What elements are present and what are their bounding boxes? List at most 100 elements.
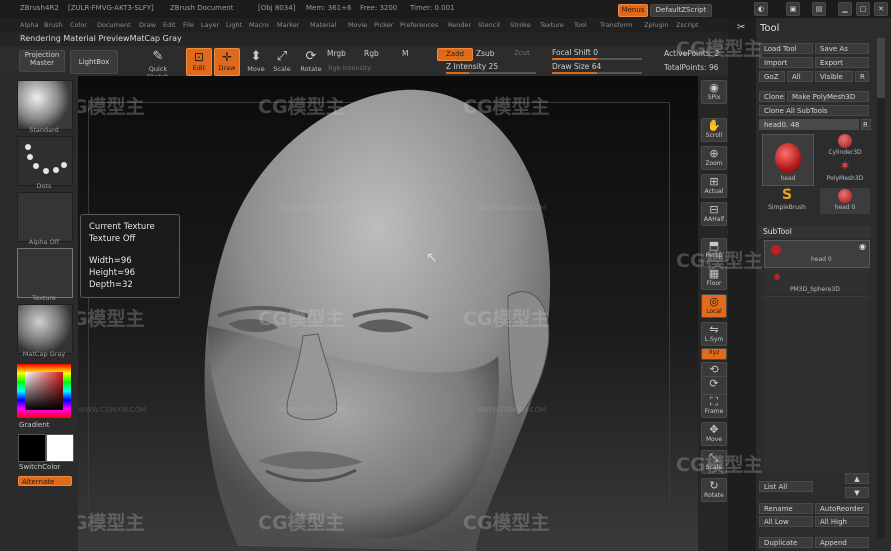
menu-item[interactable]: Color (70, 21, 87, 29)
cylinder3d-thumb[interactable]: Cylinder3D (820, 134, 870, 158)
alpha-thumb[interactable] (17, 192, 73, 242)
lock-icon[interactable]: ▣ (786, 2, 800, 16)
autoreorder-button[interactable]: AutoReorder (815, 503, 869, 514)
spix-button[interactable]: ◉ SPix (701, 80, 727, 104)
edit-button[interactable]: ⊡ Edit (186, 48, 212, 76)
menu-item[interactable]: File (183, 21, 194, 29)
subtool-item[interactable]: PM3D_Sphere3D (764, 268, 868, 294)
move-view-button[interactable]: ✥ Move (701, 422, 727, 446)
arrow-down-icon[interactable]: ▼ (845, 487, 869, 498)
palette-scrollbar[interactable] (877, 38, 885, 538)
menu-item[interactable]: Brush (44, 21, 63, 29)
aahalf-button[interactable]: ⊟ AAHalf (701, 202, 727, 226)
z-intensity-track[interactable] (446, 72, 536, 74)
rgb-intensity-slider[interactable]: Rgb Intensity (328, 64, 371, 72)
rotate-button[interactable]: ⟳ Rotate (297, 48, 325, 76)
brush-standard-thumb[interactable] (17, 80, 73, 130)
mrgb-toggle[interactable]: Mrgb (327, 49, 346, 58)
load-tool-button[interactable]: Load Tool (759, 43, 813, 54)
menu-item[interactable]: Movie (348, 21, 367, 29)
palette-scroll-thumb[interactable] (877, 38, 885, 98)
save-icon[interactable]: ▤ (812, 2, 826, 16)
zoom-button[interactable]: ⊕ Zoom (701, 146, 727, 170)
arrow-up-icon[interactable]: ▲ (845, 473, 869, 484)
menu-item[interactable]: Material (310, 21, 336, 29)
menu-item[interactable]: Preferences (400, 21, 438, 29)
import-button[interactable]: Import (759, 57, 813, 68)
local-button[interactable]: ◎ Local (701, 294, 727, 318)
goz-button[interactable]: GoZ (759, 71, 785, 82)
duplicate-button[interactable]: Duplicate (759, 537, 813, 548)
brush-icon[interactable]: ◐ (754, 2, 768, 16)
head-model[interactable] (78, 76, 698, 551)
goz-all-button[interactable]: All (787, 71, 813, 82)
simplebrush-thumb[interactable]: S SimpleBrush (762, 188, 812, 214)
list-all-button[interactable]: List All (759, 481, 813, 492)
main-color-swatch[interactable] (18, 434, 46, 462)
texture-thumb[interactable] (17, 248, 73, 298)
save-as-button[interactable]: Save As (815, 43, 869, 54)
export-button[interactable]: Export (815, 57, 869, 68)
menu-item[interactable]: Transform (600, 21, 632, 29)
menu-item[interactable]: Alpha (20, 21, 38, 29)
clone-all-subtools-button[interactable]: Clone All SubTools (759, 105, 869, 116)
head0-thumb[interactable]: head 0 (820, 188, 870, 214)
all-low-button[interactable]: All Low (759, 516, 813, 527)
maximize-icon[interactable]: □ (856, 2, 870, 16)
focal-shift-slider[interactable]: Focal Shift 0 (552, 48, 598, 57)
all-high-button[interactable]: All High (815, 516, 869, 527)
quick-sketch-button[interactable]: ✎ Quick Sketch (144, 48, 172, 81)
rgb-toggle[interactable]: Rgb (364, 49, 379, 58)
color-picker[interactable] (17, 364, 71, 418)
polymesh3d-thumb[interactable]: ✶ PolyMesh3D (820, 160, 870, 184)
m-toggle[interactable]: M (402, 49, 408, 58)
menu-item[interactable]: Zplugin (644, 21, 669, 29)
tool-slider-r-button[interactable]: R (861, 119, 871, 130)
zsub-toggle[interactable]: Zsub (476, 49, 495, 58)
xyz-button[interactable]: Xyz (701, 348, 727, 360)
menu-item[interactable]: Stencil (478, 21, 500, 29)
material-thumb[interactable] (17, 304, 73, 354)
rename-button[interactable]: Rename (759, 503, 813, 514)
tool-slider[interactable]: head0. 48 (759, 119, 859, 130)
menu-item[interactable]: Render (448, 21, 471, 29)
persp-button[interactable]: ⬒ Persp (701, 238, 727, 262)
draw-button[interactable]: ✛ Draw (214, 48, 240, 76)
scale-view-button[interactable]: ⤡ Scale (701, 450, 727, 474)
draw-size-slider[interactable]: Draw Size 64 (552, 62, 601, 71)
menu-item[interactable]: Texture (540, 21, 564, 29)
menu-item[interactable]: Picker (374, 21, 393, 29)
gradient-label[interactable]: Gradient (19, 421, 49, 429)
menu-item[interactable]: Draw (139, 21, 156, 29)
subtool-header[interactable]: SubTool (759, 226, 871, 238)
menus-button[interactable]: Menus (618, 4, 648, 17)
menu-item[interactable]: Marker (277, 21, 299, 29)
scroll-button[interactable]: ✋ Scroll (701, 118, 727, 142)
current-tool-thumb[interactable]: head (762, 134, 814, 186)
default-zscript-button[interactable]: DefaultZScript (650, 4, 712, 17)
menu-item[interactable]: Light (226, 21, 242, 29)
close-icon[interactable]: ✕ (874, 2, 888, 16)
eye-icon[interactable]: ◉ (859, 242, 866, 251)
stroke-dots-thumb[interactable] (17, 136, 73, 186)
canvas-viewport[interactable]: ↖ CG模型主 CG模型主 CG模型主 CG模型主 CG模型主 CG模型主 CG… (78, 76, 698, 551)
secondary-color-swatch[interactable] (46, 434, 74, 462)
frame-button[interactable]: ⛶ Frame (701, 394, 727, 418)
lsym-button[interactable]: ⇋ L.Sym (701, 322, 727, 346)
switch-color-button[interactable]: SwitchColor (19, 463, 60, 471)
scale-button[interactable]: ⤢ Scale (268, 48, 296, 76)
lightbox-button[interactable]: LightBox (70, 50, 118, 74)
clone-button[interactable]: Clone (759, 91, 785, 102)
zcut-toggle[interactable]: Zcut (514, 49, 530, 57)
actual-button[interactable]: ⊞ Actual (701, 174, 727, 198)
projection-master-button[interactable]: Projection Master (19, 50, 65, 72)
menu-item[interactable]: Zscript (676, 21, 699, 29)
draw-size-track[interactable] (552, 72, 642, 74)
menu-item[interactable]: Edit (163, 21, 176, 29)
floor-button[interactable]: ▦ Floor (701, 266, 727, 290)
move-button[interactable]: ⬍ Move (242, 48, 270, 76)
menu-item[interactable]: Stroke (510, 21, 531, 29)
z-intensity-slider[interactable]: Z Intensity 25 (446, 62, 498, 71)
menu-item[interactable]: Macro (249, 21, 269, 29)
r-button[interactable]: R (855, 71, 869, 82)
